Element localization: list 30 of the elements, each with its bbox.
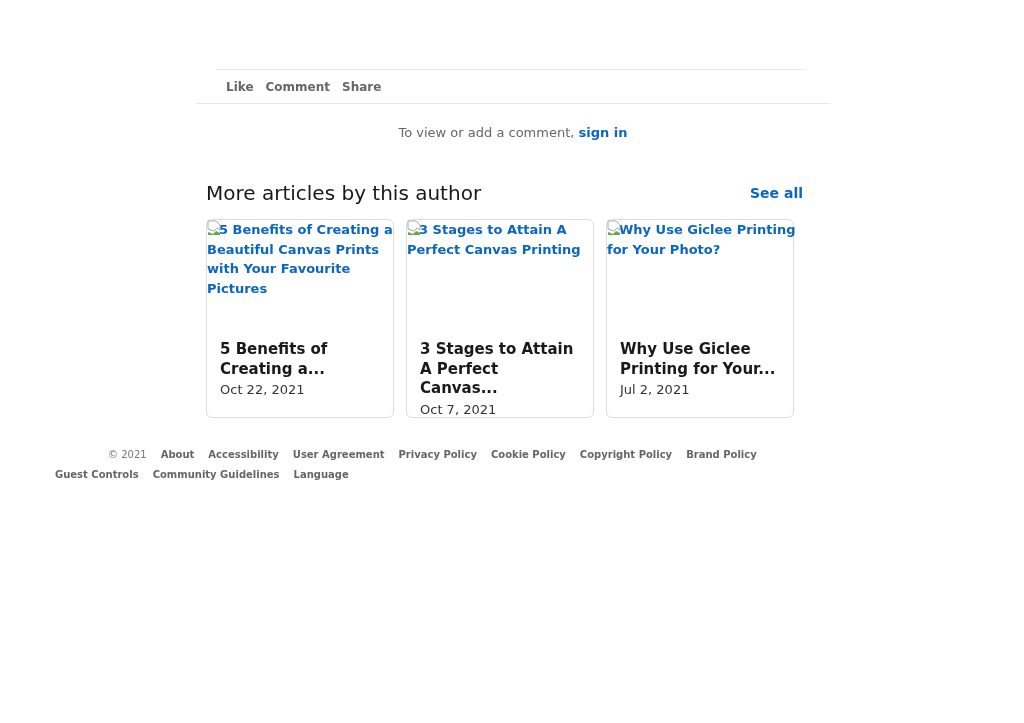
social-action-button[interactable]: Comment xyxy=(261,80,335,94)
article-card[interactable]: Why Use Giclee Printing for Your Photo? Why Use Giclee Printing for Your... Jul 2, 2021 xyxy=(606,219,794,418)
article-date: Oct 7, 2021 xyxy=(420,401,498,417)
article-date: Oct 22, 2021 xyxy=(220,382,306,397)
footer-link[interactable]: About xyxy=(160,449,195,460)
footer-link[interactable]: Cookie Policy xyxy=(490,449,566,460)
broken-image-icon xyxy=(407,220,421,236)
footer-link[interactable]: User Agreement xyxy=(292,449,385,460)
footer-link[interactable]: Language xyxy=(293,469,349,480)
copyright-text: © 2021 xyxy=(108,449,147,460)
footer-link[interactable]: Guest Controls xyxy=(55,469,139,480)
sign-in-prompt: To view or add a comment, sign in xyxy=(196,103,830,140)
see-all-link[interactable]: See all xyxy=(750,185,803,201)
article-card[interactable]: 3 Stages to Attain A Perfect Canvas Printing 3 Stages to Attain A Perfect Canvas... Oct 7, 2021 xyxy=(406,219,594,418)
social-action-button[interactable]: Like xyxy=(222,80,258,94)
broken-image-icon xyxy=(607,220,621,236)
footer-link[interactable]: Privacy Policy xyxy=(398,449,477,460)
article-title[interactable]: Why Use Giclee Printing for Your... xyxy=(620,340,780,379)
article-date: Jul 2, 2021 xyxy=(620,382,691,397)
section-heading: More articles by this author xyxy=(206,181,482,205)
article-card[interactable]: 5 Benefits of Creating a Beautiful Canvas Prints with Your Favourite Pictures 5 Benefits of Creating a... Oct 22, 2021 xyxy=(206,219,394,418)
footer-link[interactable]: Copyright Policy xyxy=(579,449,673,460)
sign-in-link[interactable]: sign in xyxy=(578,125,628,140)
article-title[interactable]: 3 Stages to Attain A Perfect Canvas... xyxy=(420,340,580,399)
broken-image-icon xyxy=(207,220,221,236)
article-title[interactable]: 5 Benefits of Creating a... xyxy=(220,340,380,379)
footer-link[interactable]: Accessibility xyxy=(208,449,279,460)
footer-link[interactable]: Community Guidelines xyxy=(152,469,280,480)
social-action-button[interactable]: Share xyxy=(338,80,386,94)
footer-link[interactable]: Brand Policy xyxy=(686,449,757,460)
